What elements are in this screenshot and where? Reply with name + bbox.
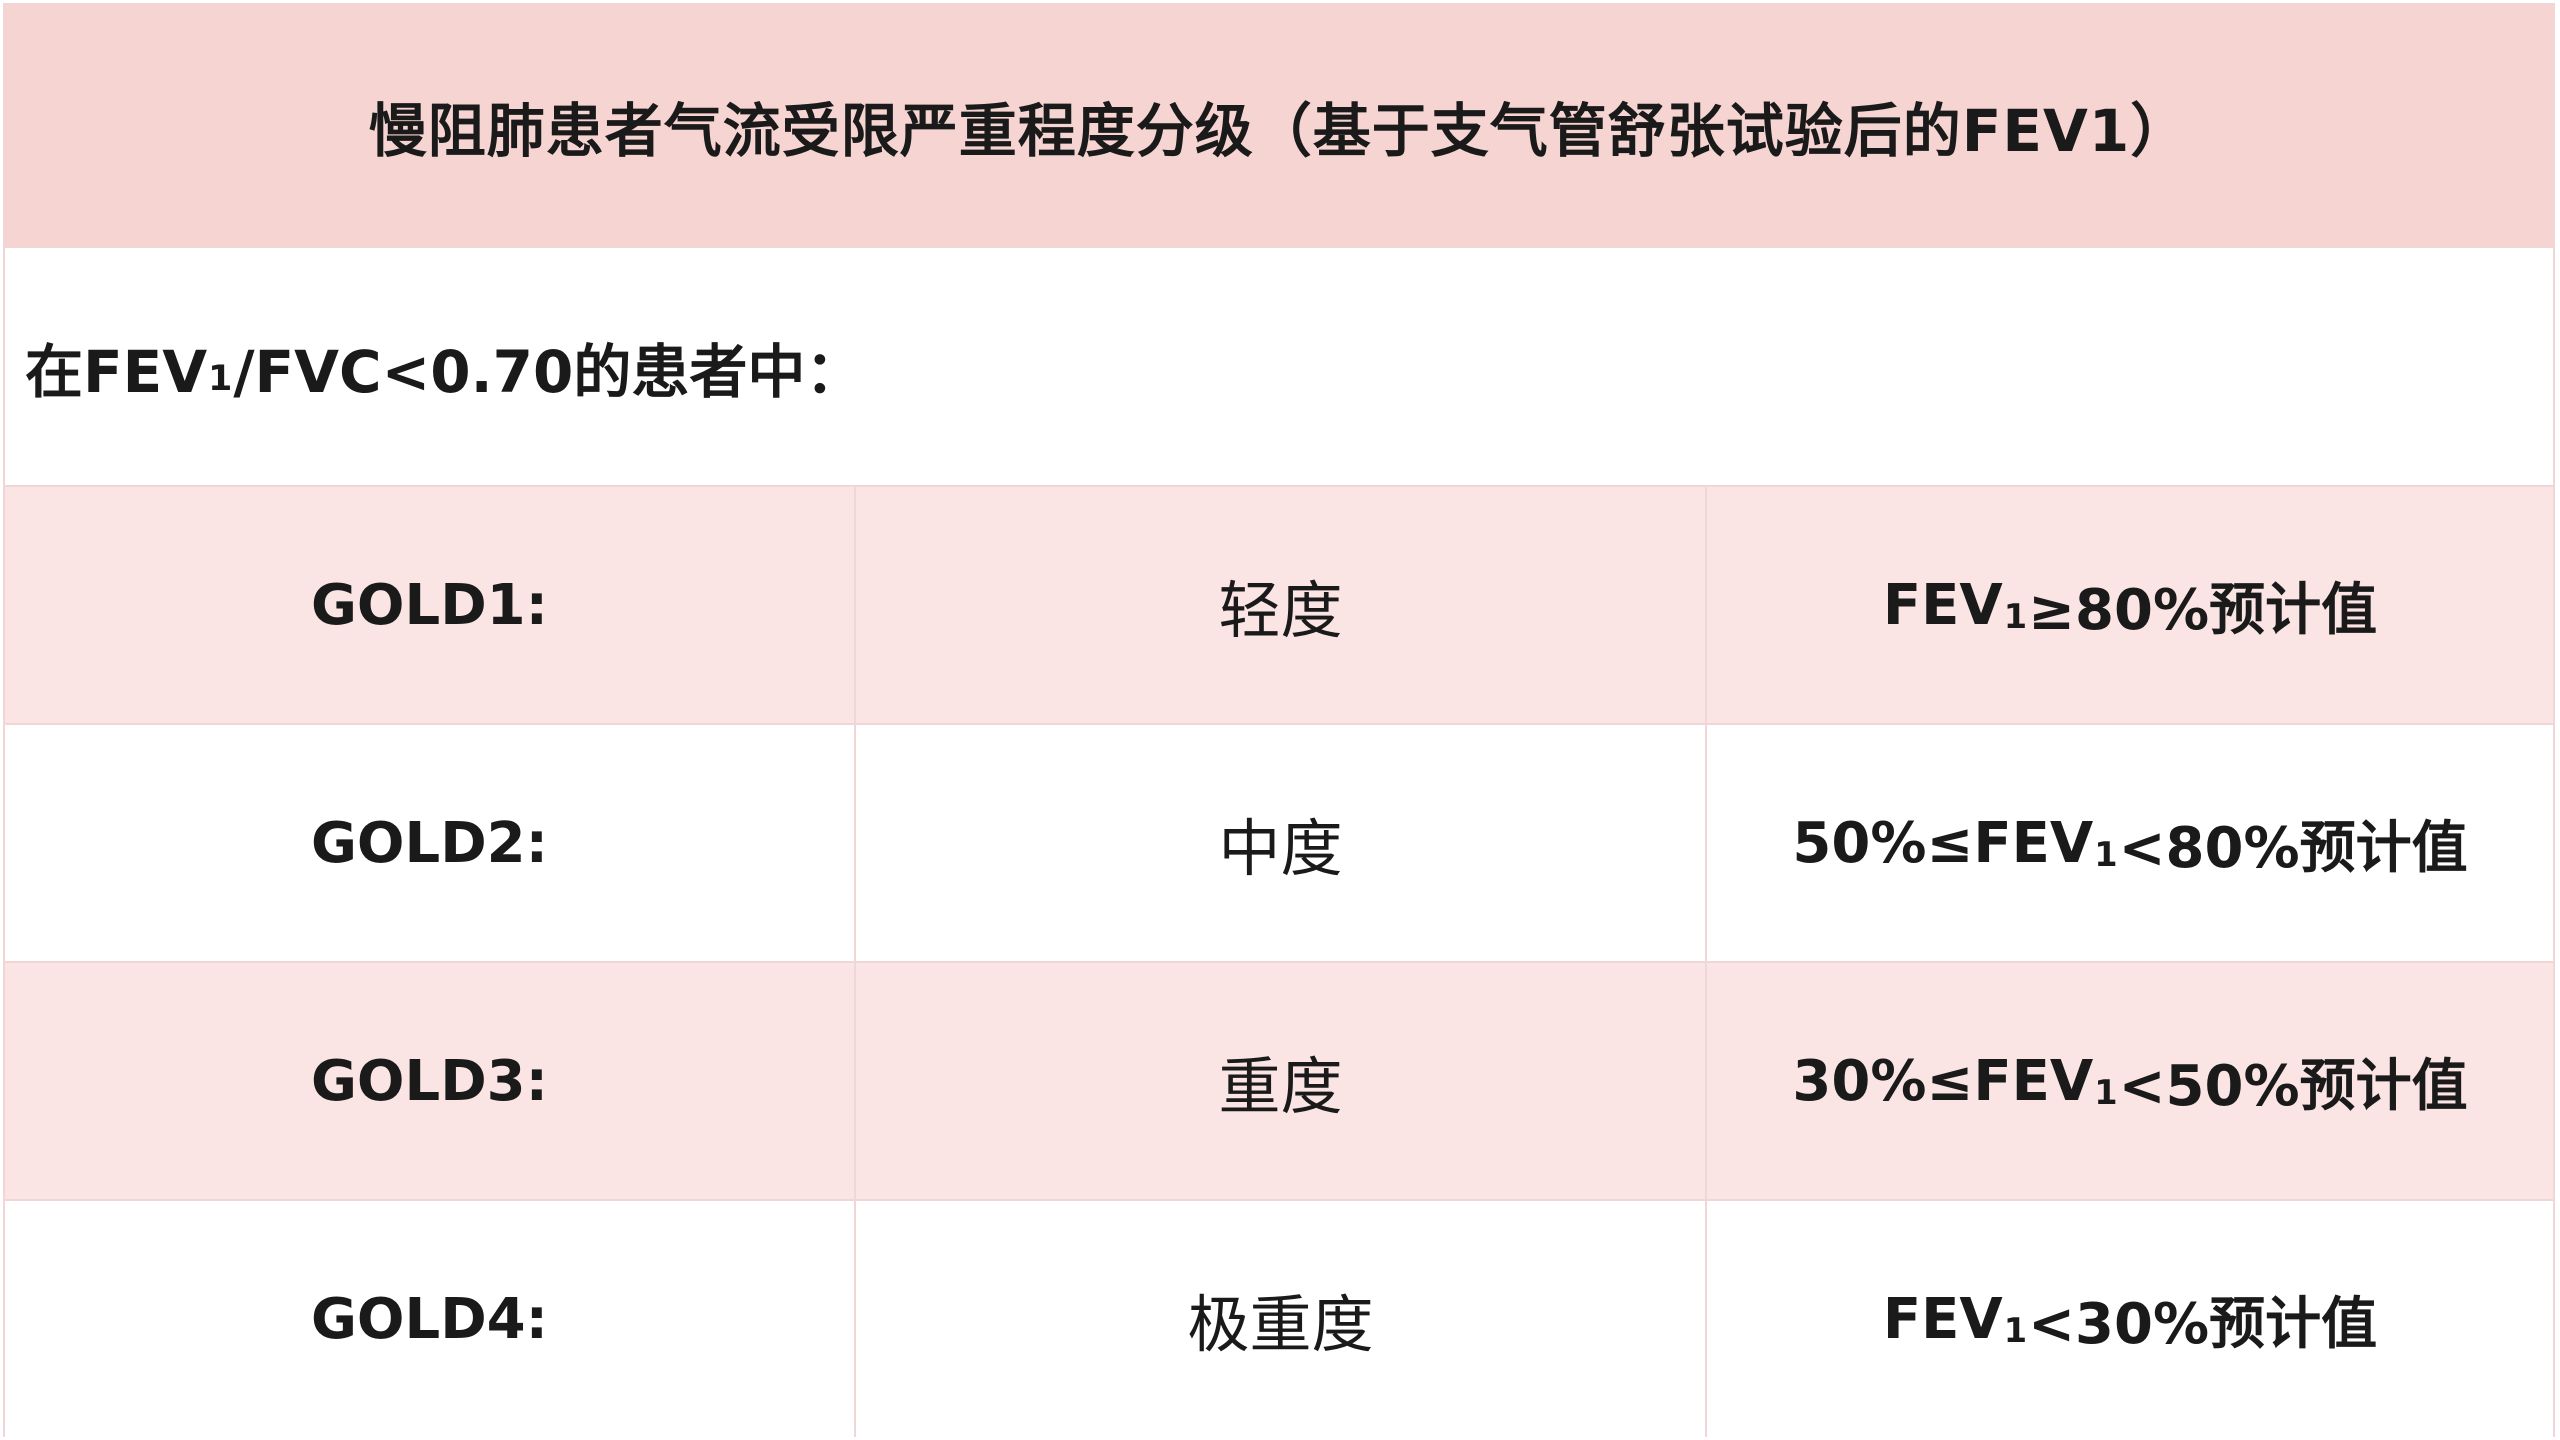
criterion-cell: 30%≤FEV 1 <50%预计值 — [1707, 963, 2553, 1199]
subheader-prefix: 在FEV — [25, 337, 208, 406]
criterion-post: <80%预计值 — [2118, 815, 2468, 881]
criterion-subscript: 1 — [2003, 1311, 2028, 1351]
criterion-subscript: 1 — [2094, 835, 2118, 875]
severity-cell: 重度 — [856, 963, 1707, 1199]
severity-cell: 中度 — [856, 725, 1707, 961]
table-row-gold3: GOLD3: 重度 30%≤FEV 1 <50%预计值 — [5, 963, 2553, 1201]
criterion-pre: 30%≤FEV — [1792, 1048, 2094, 1114]
criterion-cell: FEV 1 <30%预计值 — [1707, 1201, 2553, 1437]
grade-cell: GOLD1: — [5, 487, 856, 723]
table-row-gold2: GOLD2: 中度 50%≤FEV 1 <80%预计值 — [5, 725, 2553, 963]
table-row-gold1: GOLD1: 轻度 FEV 1 ≥80%预计值 — [5, 487, 2553, 725]
criterion-cell: FEV 1 ≥80%预计值 — [1707, 487, 2553, 723]
criterion-pre: FEV — [1882, 1286, 2003, 1352]
table-title: 慢阻肺患者气流受限严重程度分级（基于支气管舒张试验后的FEV1） — [5, 5, 2553, 248]
criterion-cell: 50%≤FEV 1 <80%预计值 — [1707, 725, 2553, 961]
gold-classification-table: 慢阻肺患者气流受限严重程度分级（基于支气管舒张试验后的FEV1） 在FEV 1/F… — [3, 3, 2555, 1437]
criterion-subscript: 1 — [2003, 597, 2028, 637]
criterion-pre: 50%≤FEV — [1792, 810, 2094, 876]
grade-cell: GOLD4: — [5, 1201, 856, 1437]
subheader-suffix: /FVC<0.70的患者中： — [233, 337, 864, 406]
table-title-text: 慢阻肺患者气流受限严重程度分级（基于支气管舒张试验后的FEV1） — [368, 96, 2190, 165]
subheader-subscript: 1 — [208, 358, 233, 399]
severity-cell: 极重度 — [856, 1201, 1707, 1437]
criterion-post: <30%预计值 — [2028, 1291, 2378, 1357]
criterion-pre: FEV — [1882, 572, 2003, 638]
table-subheader: 在FEV 1/FVC<0.70的患者中： — [5, 248, 2553, 487]
grade-cell: GOLD2: — [5, 725, 856, 961]
criterion-post: <50%预计值 — [2118, 1053, 2468, 1119]
table-row-gold4: GOLD4: 极重度 FEV 1 <30%预计值 — [5, 1201, 2553, 1437]
grade-cell: GOLD3: — [5, 963, 856, 1199]
criterion-subscript: 1 — [2094, 1073, 2118, 1113]
criterion-post: ≥80%预计值 — [2028, 577, 2378, 643]
severity-cell: 轻度 — [856, 487, 1707, 723]
